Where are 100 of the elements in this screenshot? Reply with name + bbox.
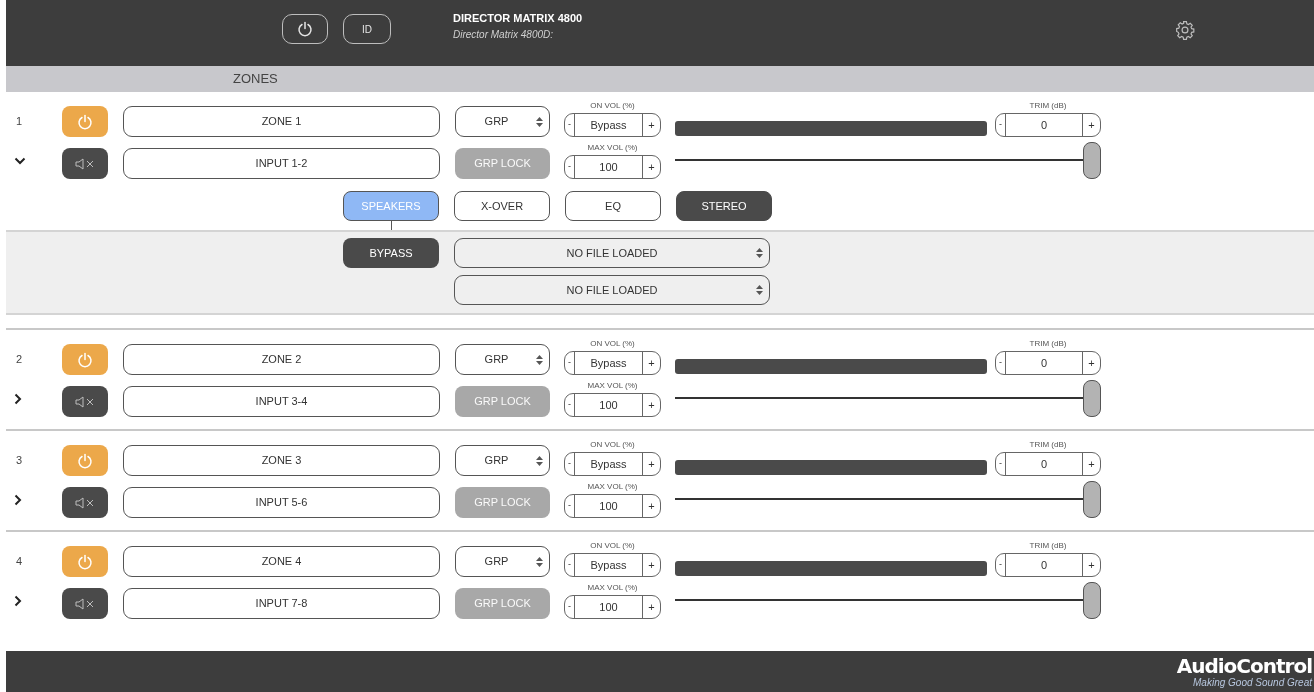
- number-spinner[interactable]: - 100 +: [564, 155, 661, 179]
- slider-thumb[interactable]: [1083, 142, 1101, 179]
- spinner-label: MAX VOL (%): [587, 381, 638, 391]
- input-name-field[interactable]: INPUT 1-2: [123, 148, 440, 179]
- input-name-field[interactable]: INPUT 3-4: [123, 386, 440, 417]
- decrement-button[interactable]: -: [565, 352, 575, 374]
- spinner-value: 0: [1039, 355, 1049, 371]
- decrement-button[interactable]: -: [996, 453, 1006, 475]
- power-icon: [77, 113, 93, 130]
- number-spinner[interactable]: - 100 +: [564, 494, 661, 518]
- decrement-button[interactable]: -: [565, 156, 575, 178]
- increment-button[interactable]: +: [642, 114, 660, 136]
- decrement-button[interactable]: -: [996, 554, 1006, 576]
- spinner-label: ON VOL (%): [590, 339, 635, 349]
- sort-icon: [756, 285, 763, 295]
- group-select[interactable]: GRP: [455, 546, 550, 577]
- increment-button[interactable]: +: [642, 554, 660, 576]
- file-select[interactable]: NO FILE LOADED: [454, 238, 770, 268]
- input-name-field[interactable]: INPUT 5-6: [123, 487, 440, 518]
- spinner-label: MAX VOL (%): [587, 143, 638, 153]
- spinner-label: ON VOL (%): [590, 541, 635, 551]
- decrement-button[interactable]: -: [565, 554, 575, 576]
- max-volume-slider-track[interactable]: [675, 582, 1101, 619]
- speaker-mute-icon: [75, 597, 95, 610]
- settings-icon[interactable]: [1175, 20, 1195, 40]
- slider-thumb[interactable]: [1083, 582, 1101, 619]
- number-spinner[interactable]: - 0 +: [995, 113, 1101, 137]
- spinner-label: TRIM (dB): [1029, 541, 1067, 551]
- chevron-right-icon[interactable]: [14, 493, 22, 506]
- increment-button[interactable]: +: [642, 156, 660, 178]
- device-subtitle: Director Matrix 4800D:: [453, 27, 555, 42]
- decrement-button[interactable]: -: [996, 114, 1006, 136]
- increment-button[interactable]: +: [642, 394, 660, 416]
- number-spinner[interactable]: - 0 +: [995, 351, 1101, 375]
- section-tab[interactable]: EQ: [565, 191, 661, 221]
- power-icon: [77, 553, 93, 570]
- number-spinner[interactable]: - 0 +: [995, 553, 1101, 577]
- section-tab[interactable]: X-OVER: [454, 191, 550, 221]
- speaker-mute-icon: [75, 157, 95, 170]
- slider-thumb[interactable]: [1083, 380, 1101, 417]
- spinner-label: MAX VOL (%): [587, 482, 638, 492]
- mute-button[interactable]: [62, 588, 108, 619]
- group-select[interactable]: GRP: [455, 106, 550, 137]
- input-name-field[interactable]: INPUT 7-8: [123, 588, 440, 619]
- chevron-down-icon[interactable]: [14, 156, 26, 165]
- number-spinner[interactable]: - Bypass +: [564, 351, 661, 375]
- mute-button[interactable]: [62, 148, 108, 179]
- increment-button[interactable]: +: [642, 352, 660, 374]
- slider-thumb[interactable]: [1083, 481, 1101, 518]
- bypass-button[interactable]: BYPASS: [343, 238, 439, 268]
- max-volume-slider-track[interactable]: [675, 142, 1101, 179]
- spinner-label: ON VOL (%): [590, 101, 635, 111]
- increment-button[interactable]: +: [642, 596, 660, 618]
- zone-number: 1: [16, 115, 23, 127]
- increment-button[interactable]: +: [642, 495, 660, 517]
- chevron-right-icon[interactable]: [14, 392, 22, 405]
- max-volume-slider-track[interactable]: [675, 380, 1101, 417]
- number-spinner[interactable]: - Bypass +: [564, 452, 661, 476]
- number-spinner[interactable]: - Bypass +: [564, 113, 661, 137]
- spinner-value: Bypass: [589, 117, 628, 133]
- section-tab[interactable]: STEREO: [676, 191, 772, 221]
- sort-icon: [536, 116, 543, 127]
- group-select[interactable]: GRP: [455, 344, 550, 375]
- mute-button[interactable]: [62, 487, 108, 518]
- spinner-value: Bypass: [589, 456, 628, 472]
- id-button[interactable]: ID: [343, 14, 391, 44]
- spinner-label: ON VOL (%): [590, 440, 635, 450]
- decrement-button[interactable]: -: [565, 394, 575, 416]
- spinner-value: Bypass: [589, 355, 628, 371]
- zone-name-field[interactable]: ZONE 3: [123, 445, 440, 476]
- sort-icon: [756, 248, 763, 258]
- zone-name-field[interactable]: ZONE 2: [123, 344, 440, 375]
- speaker-mute-icon: [75, 395, 95, 408]
- spinner-value: Bypass: [589, 557, 628, 573]
- decrement-button[interactable]: -: [565, 596, 575, 618]
- number-spinner[interactable]: - 100 +: [564, 595, 661, 619]
- decrement-button[interactable]: -: [565, 495, 575, 517]
- decrement-button[interactable]: -: [565, 114, 575, 136]
- zone-name-field[interactable]: ZONE 1: [123, 106, 440, 137]
- increment-button[interactable]: +: [1082, 453, 1100, 475]
- speaker-mute-icon: [75, 496, 95, 509]
- decrement-button[interactable]: -: [996, 352, 1006, 374]
- increment-button[interactable]: +: [1082, 114, 1100, 136]
- increment-button[interactable]: +: [1082, 554, 1100, 576]
- spinner-label: MAX VOL (%): [587, 583, 638, 593]
- file-select[interactable]: NO FILE LOADED: [454, 275, 770, 305]
- power-button[interactable]: [282, 14, 328, 44]
- decrement-button[interactable]: -: [565, 453, 575, 475]
- increment-button[interactable]: +: [642, 453, 660, 475]
- number-spinner[interactable]: - 0 +: [995, 452, 1101, 476]
- zone-number: 4: [16, 555, 23, 567]
- spinner-value: 0: [1039, 456, 1049, 472]
- number-spinner[interactable]: - Bypass +: [564, 553, 661, 577]
- number-spinner[interactable]: - 100 +: [564, 393, 661, 417]
- zone-name-field[interactable]: ZONE 4: [123, 546, 440, 577]
- group-select[interactable]: GRP: [455, 445, 550, 476]
- mute-button[interactable]: [62, 386, 108, 417]
- increment-button[interactable]: +: [1082, 352, 1100, 374]
- max-volume-slider-track[interactable]: [675, 481, 1101, 518]
- chevron-right-icon[interactable]: [14, 594, 22, 607]
